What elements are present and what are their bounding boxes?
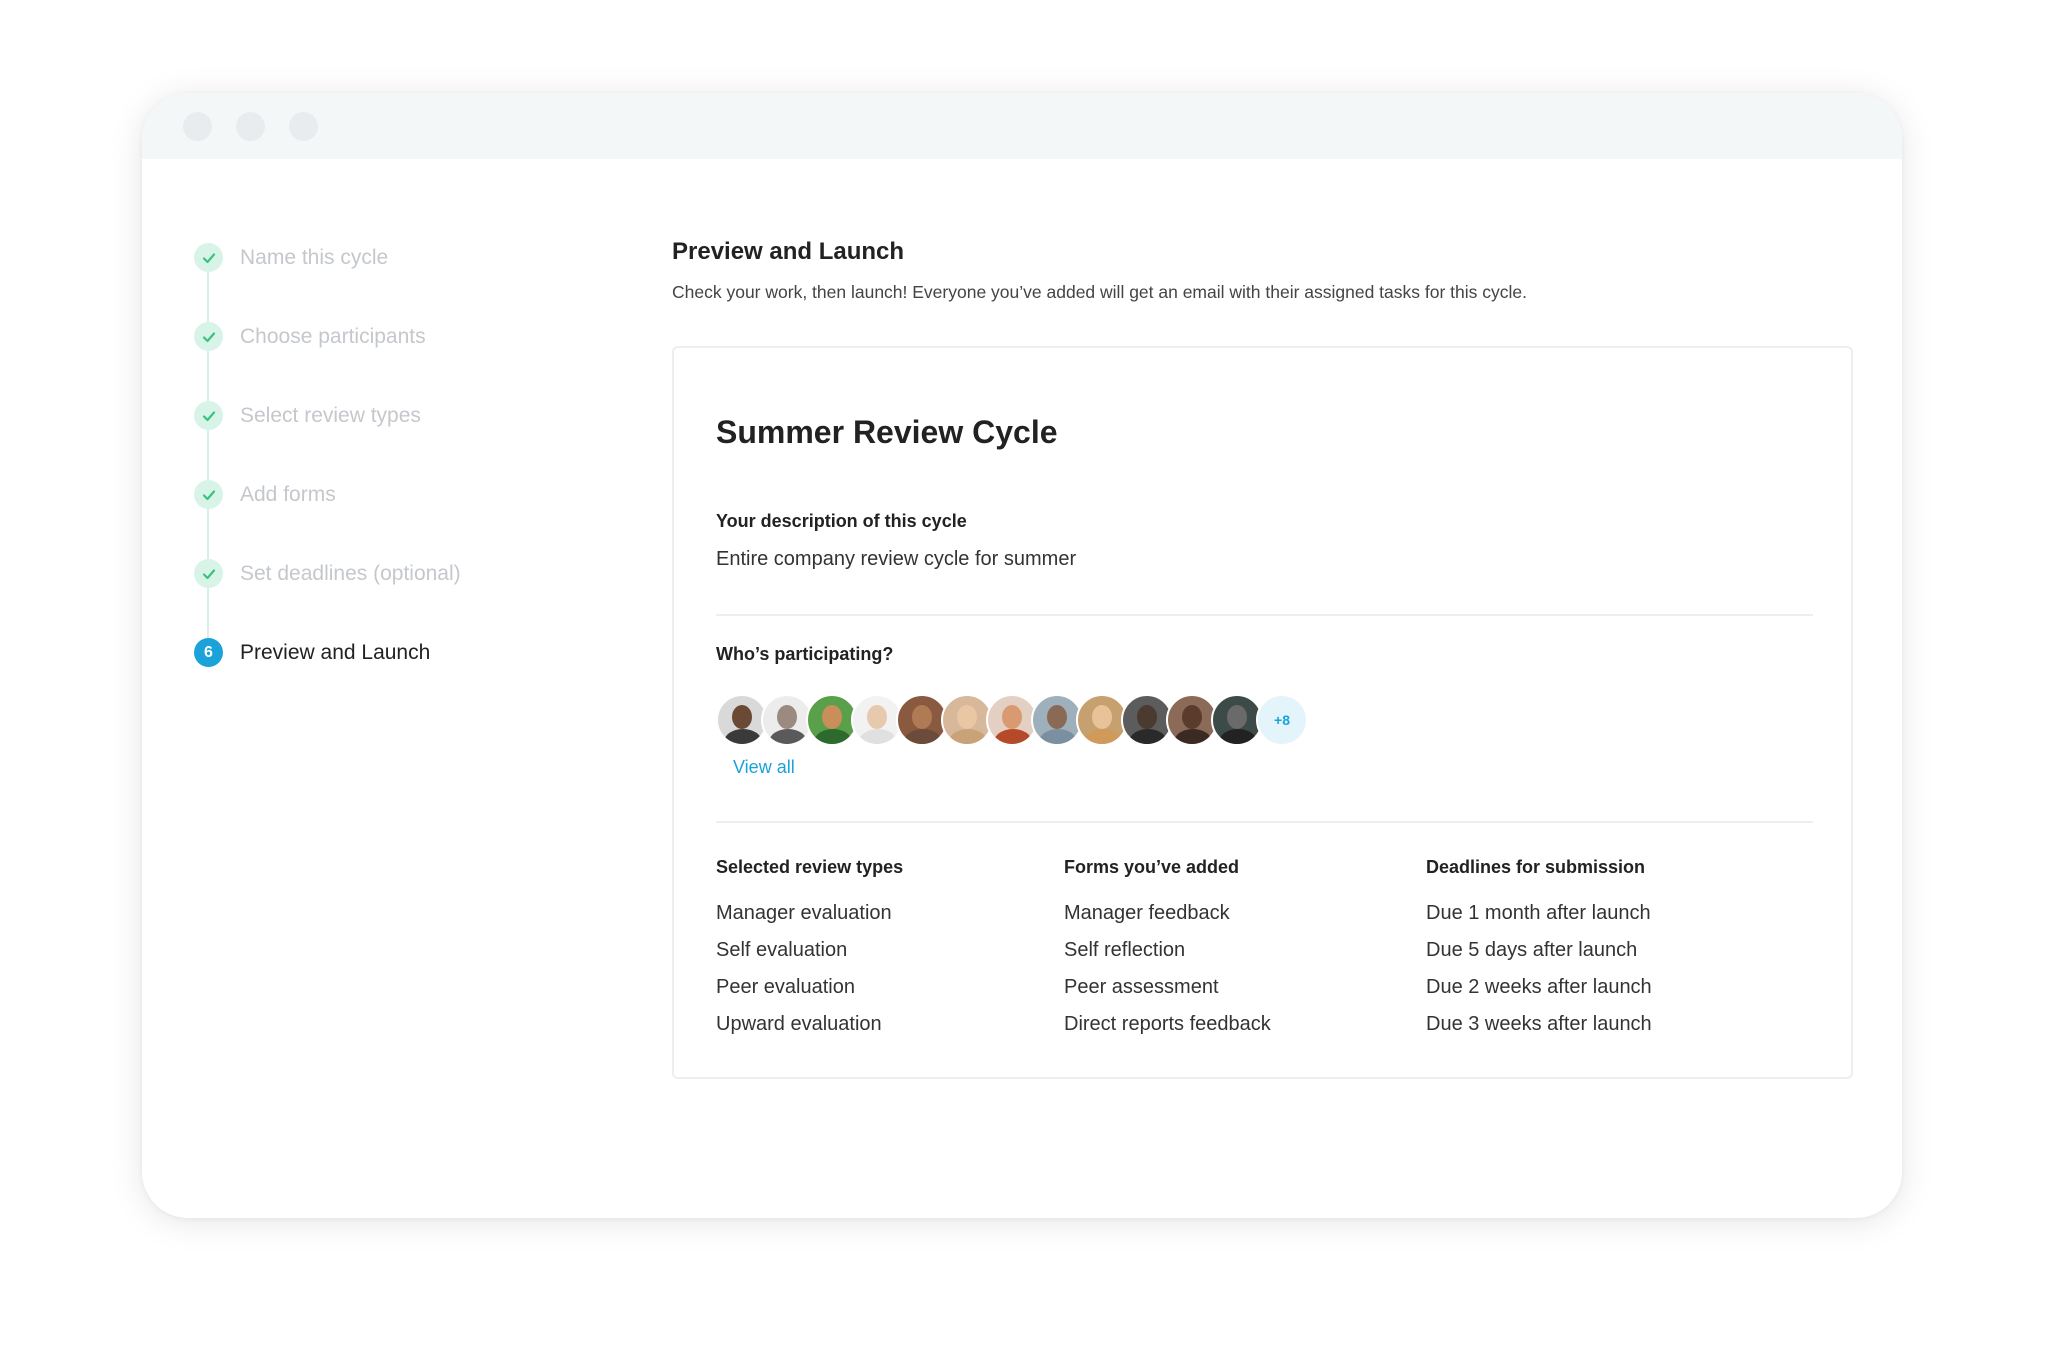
window-maximize-dot[interactable] (289, 112, 318, 141)
avatar-body (724, 729, 762, 744)
page-title: Preview and Launch (672, 238, 905, 265)
step-preview-launch[interactable]: 6 Preview and Launch (194, 638, 614, 717)
more-participants-badge[interactable]: +8 (1256, 694, 1308, 746)
window-close-dot[interactable] (183, 112, 212, 141)
avatar-head (1227, 705, 1247, 729)
step-connector (207, 509, 209, 559)
column-heading: Selected review types (716, 857, 904, 877)
list-item: Peer assessment (1064, 976, 1219, 998)
avatar-body (814, 729, 852, 744)
check-icon (194, 480, 223, 509)
avatar-head (1047, 705, 1067, 729)
list-item: Due 3 weeks after launch (1426, 1013, 1652, 1035)
avatar-head (822, 705, 842, 729)
list-item: Upward evaluation (716, 1013, 882, 1035)
avatar-head (867, 705, 887, 729)
avatar-body (1039, 729, 1077, 744)
avatar-body (1219, 729, 1257, 744)
view-all-link[interactable]: View all (733, 757, 795, 778)
avatar-body (904, 729, 942, 744)
step-label: Choose participants (240, 325, 426, 348)
step-label: Set deadlines (optional) (240, 562, 461, 585)
forms-column: Forms you’ve added Manager feedback Self… (1064, 857, 1271, 1048)
step-set-deadlines[interactable]: Set deadlines (optional) (194, 559, 614, 638)
step-number-badge: 6 (194, 638, 223, 667)
step-connector (207, 351, 209, 401)
deadlines-column: Deadlines for submission Due 1 month aft… (1426, 857, 1652, 1048)
list-item: Due 2 weeks after launch (1426, 976, 1652, 998)
avatar-body (994, 729, 1032, 744)
main-content: Preview and Launch Check your work, then… (672, 238, 1853, 1079)
check-icon (194, 559, 223, 588)
description-value: Entire company review cycle for summer (716, 548, 1077, 570)
list-item: Self evaluation (716, 939, 848, 961)
avatar-body (1174, 729, 1212, 744)
avatar-body (769, 729, 807, 744)
step-name-cycle[interactable]: Name this cycle (194, 243, 614, 322)
divider (716, 821, 1813, 823)
step-select-review-types[interactable]: Select review types (194, 401, 614, 480)
description-label: Your description of this cycle (716, 511, 967, 531)
review-types-column: Selected review types Manager evaluation… (716, 857, 903, 1048)
avatar-body (1129, 729, 1167, 744)
wizard-stepper: Name this cycle Choose participants Sele… (194, 243, 614, 717)
avatar-head (1002, 705, 1022, 729)
participants-label: Who’s participating? (716, 644, 894, 664)
participant-avatars: +8 (716, 694, 1308, 748)
step-label: Name this cycle (240, 246, 389, 269)
check-icon (194, 401, 223, 430)
check-icon (194, 243, 223, 272)
divider (716, 614, 1813, 616)
list-item: Manager feedback (1064, 902, 1230, 924)
window-titlebar (142, 93, 1902, 159)
list-item: Due 1 month after launch (1426, 902, 1651, 924)
avatar-head (1137, 705, 1157, 729)
list-item: Manager evaluation (716, 902, 892, 924)
list-item: Due 5 days after launch (1426, 939, 1638, 961)
avatar-head (1092, 705, 1112, 729)
list-item: Self reflection (1064, 939, 1186, 961)
check-icon (194, 322, 223, 351)
browser-window: Name this cycle Choose participants Sele… (142, 93, 1902, 1218)
step-add-forms[interactable]: Add forms (194, 480, 614, 559)
window-minimize-dot[interactable] (236, 112, 265, 141)
list-item: Peer evaluation (716, 976, 855, 998)
step-label: Preview and Launch (240, 641, 431, 664)
avatar-body (949, 729, 987, 744)
step-label: Select review types (240, 404, 421, 427)
avatar-head (957, 705, 977, 729)
cycle-title: Summer Review Cycle (716, 414, 1058, 450)
avatar-body (859, 729, 897, 744)
column-heading: Deadlines for submission (1426, 857, 1646, 877)
step-choose-participants[interactable]: Choose participants (194, 322, 614, 401)
list-item: Direct reports feedback (1064, 1013, 1271, 1035)
review-cycle-card: Summer Review Cycle Your description of … (672, 346, 1853, 1079)
avatar-head (1182, 705, 1202, 729)
avatar-head (777, 705, 797, 729)
step-label: Add forms (240, 483, 336, 506)
column-heading: Forms you’ve added (1064, 857, 1240, 877)
step-connector (207, 272, 209, 322)
avatar-body (1084, 729, 1122, 744)
page-subtitle: Check your work, then launch! Everyone y… (672, 282, 1528, 302)
avatar-head (912, 705, 932, 729)
step-connector (207, 588, 209, 638)
step-connector (207, 430, 209, 480)
avatar-head (732, 705, 752, 729)
